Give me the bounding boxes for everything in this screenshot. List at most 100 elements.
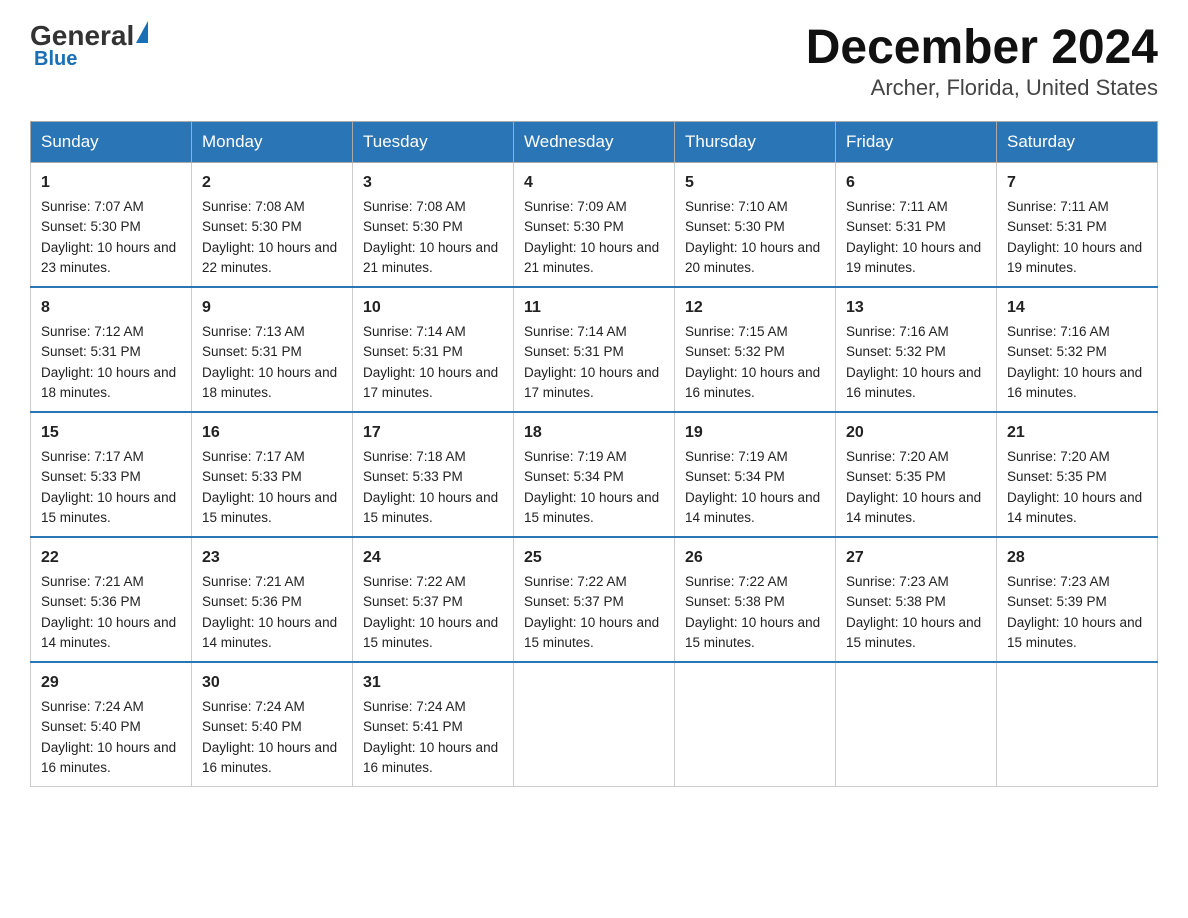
location-title: Archer, Florida, United States — [806, 75, 1158, 101]
sunrise-text: Sunrise: 7:11 AM — [846, 199, 948, 214]
calendar-cell: 4 Sunrise: 7:09 AM Sunset: 5:30 PM Dayli… — [514, 163, 675, 288]
calendar-cell — [997, 662, 1158, 787]
sunrise-text: Sunrise: 7:15 AM — [685, 324, 788, 339]
calendar-cell: 9 Sunrise: 7:13 AM Sunset: 5:31 PM Dayli… — [192, 287, 353, 412]
sunset-text: Sunset: 5:31 PM — [524, 344, 624, 359]
sunrise-text: Sunrise: 7:19 AM — [524, 449, 627, 464]
sunset-text: Sunset: 5:31 PM — [202, 344, 302, 359]
daylight-text: Daylight: 10 hours and 15 minutes. — [846, 615, 981, 650]
day-number: 6 — [846, 171, 986, 195]
sunrise-text: Sunrise: 7:07 AM — [41, 199, 144, 214]
daylight-text: Daylight: 10 hours and 17 minutes. — [363, 365, 498, 400]
sunrise-text: Sunrise: 7:08 AM — [202, 199, 305, 214]
sunset-text: Sunset: 5:30 PM — [363, 219, 463, 234]
calendar-cell: 15 Sunrise: 7:17 AM Sunset: 5:33 PM Dayl… — [31, 412, 192, 537]
calendar-cell: 22 Sunrise: 7:21 AM Sunset: 5:36 PM Dayl… — [31, 537, 192, 662]
calendar-week-row-1: 1 Sunrise: 7:07 AM Sunset: 5:30 PM Dayli… — [31, 163, 1158, 288]
sunrise-text: Sunrise: 7:11 AM — [1007, 199, 1109, 214]
sunset-text: Sunset: 5:37 PM — [363, 594, 463, 609]
day-number: 11 — [524, 296, 664, 320]
sunrise-text: Sunrise: 7:22 AM — [363, 574, 466, 589]
sunrise-text: Sunrise: 7:13 AM — [202, 324, 305, 339]
sunrise-text: Sunrise: 7:16 AM — [1007, 324, 1110, 339]
calendar-cell: 27 Sunrise: 7:23 AM Sunset: 5:38 PM Dayl… — [836, 537, 997, 662]
sunrise-text: Sunrise: 7:14 AM — [363, 324, 466, 339]
sunrise-text: Sunrise: 7:22 AM — [524, 574, 627, 589]
day-number: 8 — [41, 296, 181, 320]
col-monday: Monday — [192, 122, 353, 163]
day-number: 31 — [363, 671, 503, 695]
day-number: 23 — [202, 546, 342, 570]
calendar-table: Sunday Monday Tuesday Wednesday Thursday… — [30, 121, 1158, 787]
daylight-text: Daylight: 10 hours and 15 minutes. — [202, 490, 337, 525]
calendar-cell: 3 Sunrise: 7:08 AM Sunset: 5:30 PM Dayli… — [353, 163, 514, 288]
daylight-text: Daylight: 10 hours and 15 minutes. — [363, 490, 498, 525]
sunrise-text: Sunrise: 7:23 AM — [1007, 574, 1110, 589]
calendar-cell — [675, 662, 836, 787]
sunset-text: Sunset: 5:40 PM — [202, 719, 302, 734]
calendar-cell: 29 Sunrise: 7:24 AM Sunset: 5:40 PM Dayl… — [31, 662, 192, 787]
sunset-text: Sunset: 5:32 PM — [1007, 344, 1107, 359]
day-number: 18 — [524, 421, 664, 445]
calendar-week-row-5: 29 Sunrise: 7:24 AM Sunset: 5:40 PM Dayl… — [31, 662, 1158, 787]
sunset-text: Sunset: 5:34 PM — [685, 469, 785, 484]
daylight-text: Daylight: 10 hours and 21 minutes. — [363, 240, 498, 275]
daylight-text: Daylight: 10 hours and 16 minutes. — [202, 740, 337, 775]
daylight-text: Daylight: 10 hours and 18 minutes. — [41, 365, 176, 400]
daylight-text: Daylight: 10 hours and 17 minutes. — [524, 365, 659, 400]
day-number: 20 — [846, 421, 986, 445]
daylight-text: Daylight: 10 hours and 14 minutes. — [1007, 490, 1142, 525]
sunset-text: Sunset: 5:41 PM — [363, 719, 463, 734]
calendar-cell: 14 Sunrise: 7:16 AM Sunset: 5:32 PM Dayl… — [997, 287, 1158, 412]
daylight-text: Daylight: 10 hours and 16 minutes. — [1007, 365, 1142, 400]
daylight-text: Daylight: 10 hours and 15 minutes. — [524, 490, 659, 525]
calendar-cell: 11 Sunrise: 7:14 AM Sunset: 5:31 PM Dayl… — [514, 287, 675, 412]
day-number: 25 — [524, 546, 664, 570]
day-number: 15 — [41, 421, 181, 445]
sunrise-text: Sunrise: 7:20 AM — [1007, 449, 1110, 464]
col-friday: Friday — [836, 122, 997, 163]
sunrise-text: Sunrise: 7:08 AM — [363, 199, 466, 214]
sunset-text: Sunset: 5:33 PM — [363, 469, 463, 484]
sunrise-text: Sunrise: 7:09 AM — [524, 199, 627, 214]
col-sunday: Sunday — [31, 122, 192, 163]
logo-blue-text: Blue — [34, 48, 77, 71]
daylight-text: Daylight: 10 hours and 18 minutes. — [202, 365, 337, 400]
calendar-cell: 25 Sunrise: 7:22 AM Sunset: 5:37 PM Dayl… — [514, 537, 675, 662]
day-number: 9 — [202, 296, 342, 320]
calendar-cell: 24 Sunrise: 7:22 AM Sunset: 5:37 PM Dayl… — [353, 537, 514, 662]
daylight-text: Daylight: 10 hours and 14 minutes. — [41, 615, 176, 650]
sunset-text: Sunset: 5:36 PM — [41, 594, 141, 609]
calendar-cell: 5 Sunrise: 7:10 AM Sunset: 5:30 PM Dayli… — [675, 163, 836, 288]
calendar-cell: 13 Sunrise: 7:16 AM Sunset: 5:32 PM Dayl… — [836, 287, 997, 412]
daylight-text: Daylight: 10 hours and 16 minutes. — [41, 740, 176, 775]
day-number: 13 — [846, 296, 986, 320]
title-area: December 2024 Archer, Florida, United St… — [806, 20, 1158, 101]
month-title: December 2024 — [806, 20, 1158, 75]
daylight-text: Daylight: 10 hours and 14 minutes. — [202, 615, 337, 650]
sunrise-text: Sunrise: 7:23 AM — [846, 574, 949, 589]
day-number: 16 — [202, 421, 342, 445]
col-thursday: Thursday — [675, 122, 836, 163]
sunrise-text: Sunrise: 7:10 AM — [685, 199, 788, 214]
day-number: 22 — [41, 546, 181, 570]
daylight-text: Daylight: 10 hours and 19 minutes. — [846, 240, 981, 275]
sunset-text: Sunset: 5:38 PM — [685, 594, 785, 609]
day-number: 27 — [846, 546, 986, 570]
calendar-cell: 17 Sunrise: 7:18 AM Sunset: 5:33 PM Dayl… — [353, 412, 514, 537]
sunrise-text: Sunrise: 7:19 AM — [685, 449, 788, 464]
daylight-text: Daylight: 10 hours and 21 minutes. — [524, 240, 659, 275]
sunrise-text: Sunrise: 7:21 AM — [202, 574, 305, 589]
daylight-text: Daylight: 10 hours and 15 minutes. — [1007, 615, 1142, 650]
sunset-text: Sunset: 5:31 PM — [1007, 219, 1107, 234]
calendar-cell — [514, 662, 675, 787]
daylight-text: Daylight: 10 hours and 22 minutes. — [202, 240, 337, 275]
calendar-cell: 19 Sunrise: 7:19 AM Sunset: 5:34 PM Dayl… — [675, 412, 836, 537]
logo-triangle-icon — [136, 21, 148, 43]
sunset-text: Sunset: 5:31 PM — [363, 344, 463, 359]
day-number: 5 — [685, 171, 825, 195]
day-number: 21 — [1007, 421, 1147, 445]
sunrise-text: Sunrise: 7:22 AM — [685, 574, 788, 589]
sunrise-text: Sunrise: 7:20 AM — [846, 449, 949, 464]
day-number: 14 — [1007, 296, 1147, 320]
